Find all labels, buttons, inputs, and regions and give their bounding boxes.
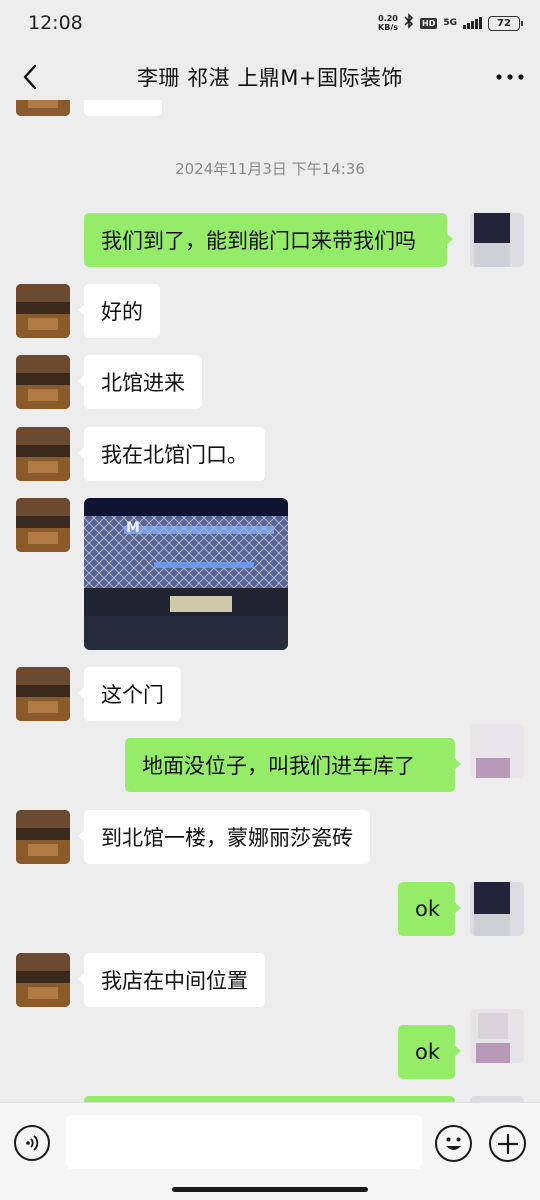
bluetooth-icon xyxy=(404,13,414,33)
message-text: 这个门 xyxy=(101,683,164,707)
avatar[interactable] xyxy=(16,498,70,552)
emoji-button[interactable] xyxy=(435,1125,472,1162)
message-bubble-sent[interactable]: 我们到了，能到能门口来带我们吗 xyxy=(84,213,453,267)
message-input[interactable] xyxy=(66,1115,422,1169)
chat-header: 李珊 祁湛 上鼎M+国际装饰 xyxy=(0,46,540,108)
more-dots-icon xyxy=(496,74,524,80)
message-text: ok xyxy=(415,897,441,921)
plus-button[interactable] xyxy=(489,1125,526,1162)
status-bar: 12:08 0.20 KB/s HD 5G 72 xyxy=(0,0,540,46)
message-text: 我在北馆门口。 xyxy=(101,443,248,467)
message-text: ok xyxy=(415,1040,441,1064)
message-text: 我店在中间位置 xyxy=(101,969,248,993)
message-bubble-received[interactable]: 到北馆一楼，蒙娜丽莎瓷砖 xyxy=(78,810,370,864)
message-text: 北馆进来 xyxy=(101,371,185,395)
network-type: 5G xyxy=(443,18,457,28)
back-button[interactable] xyxy=(0,46,60,108)
battery-icon: 72 xyxy=(488,15,523,31)
message-bubble[interactable] xyxy=(84,100,162,116)
hd-badge: HD xyxy=(420,17,438,29)
avatar[interactable] xyxy=(16,100,70,116)
my-avatar[interactable] xyxy=(470,882,524,936)
chevron-left-icon xyxy=(23,64,37,90)
plus-icon xyxy=(497,1133,518,1154)
status-time: 12:08 xyxy=(28,12,83,34)
message-text: 地面没位子，叫我们进车库了 xyxy=(142,754,415,778)
more-button[interactable] xyxy=(480,46,540,108)
emoji-icon xyxy=(446,1137,461,1150)
message-bubble-received[interactable]: 好的 xyxy=(78,284,160,338)
avatar[interactable] xyxy=(16,667,70,721)
message-bubble-received[interactable]: 北馆进来 xyxy=(78,355,202,409)
status-icons: 0.20 KB/s HD 5G 72 xyxy=(378,13,523,33)
message-bubble-received[interactable]: 这个门 xyxy=(78,667,181,721)
message-bubble-sent[interactable]: ok xyxy=(398,882,461,936)
message-text: 到北馆一楼，蒙娜丽莎瓷砖 xyxy=(101,826,353,850)
signal-icon xyxy=(463,17,482,29)
my-avatar[interactable] xyxy=(470,1009,524,1063)
avatar[interactable] xyxy=(16,284,70,338)
my-avatar[interactable] xyxy=(470,213,524,267)
my-avatar[interactable] xyxy=(470,724,524,778)
input-bar xyxy=(0,1102,540,1200)
avatar[interactable] xyxy=(16,427,70,481)
avatar[interactable] xyxy=(16,810,70,864)
message-text: 我们到了，能到能门口来带我们吗 xyxy=(101,229,416,253)
building-sign: M xyxy=(126,520,140,536)
net-speed: 0.20 KB/s xyxy=(378,14,398,32)
message-bubble-sent[interactable]: ok xyxy=(398,1025,461,1079)
chat-area[interactable]: 2024年11月3日 下午14:36 我们到了，能到能门口来带我们吗 好的 北馆… xyxy=(0,100,540,1102)
message-bubble-received[interactable]: 我在北馆门口。 xyxy=(78,427,265,481)
chat-title: 李珊 祁湛 上鼎M+国际装饰 xyxy=(136,66,404,90)
avatar[interactable] xyxy=(16,355,70,409)
avatar[interactable] xyxy=(16,953,70,1007)
message-bubble-received[interactable]: 我店在中间位置 xyxy=(78,953,265,1007)
message-image[interactable]: M xyxy=(84,498,288,650)
message-text: 好的 xyxy=(101,300,143,324)
voice-icon xyxy=(26,1135,39,1151)
home-indicator[interactable] xyxy=(172,1187,368,1192)
message-timestamp: 2024年11月3日 下午14:36 xyxy=(175,160,365,178)
voice-button[interactable] xyxy=(14,1125,50,1161)
message-bubble-sent[interactable]: 地面没位子，叫我们进车库了 xyxy=(125,738,461,792)
